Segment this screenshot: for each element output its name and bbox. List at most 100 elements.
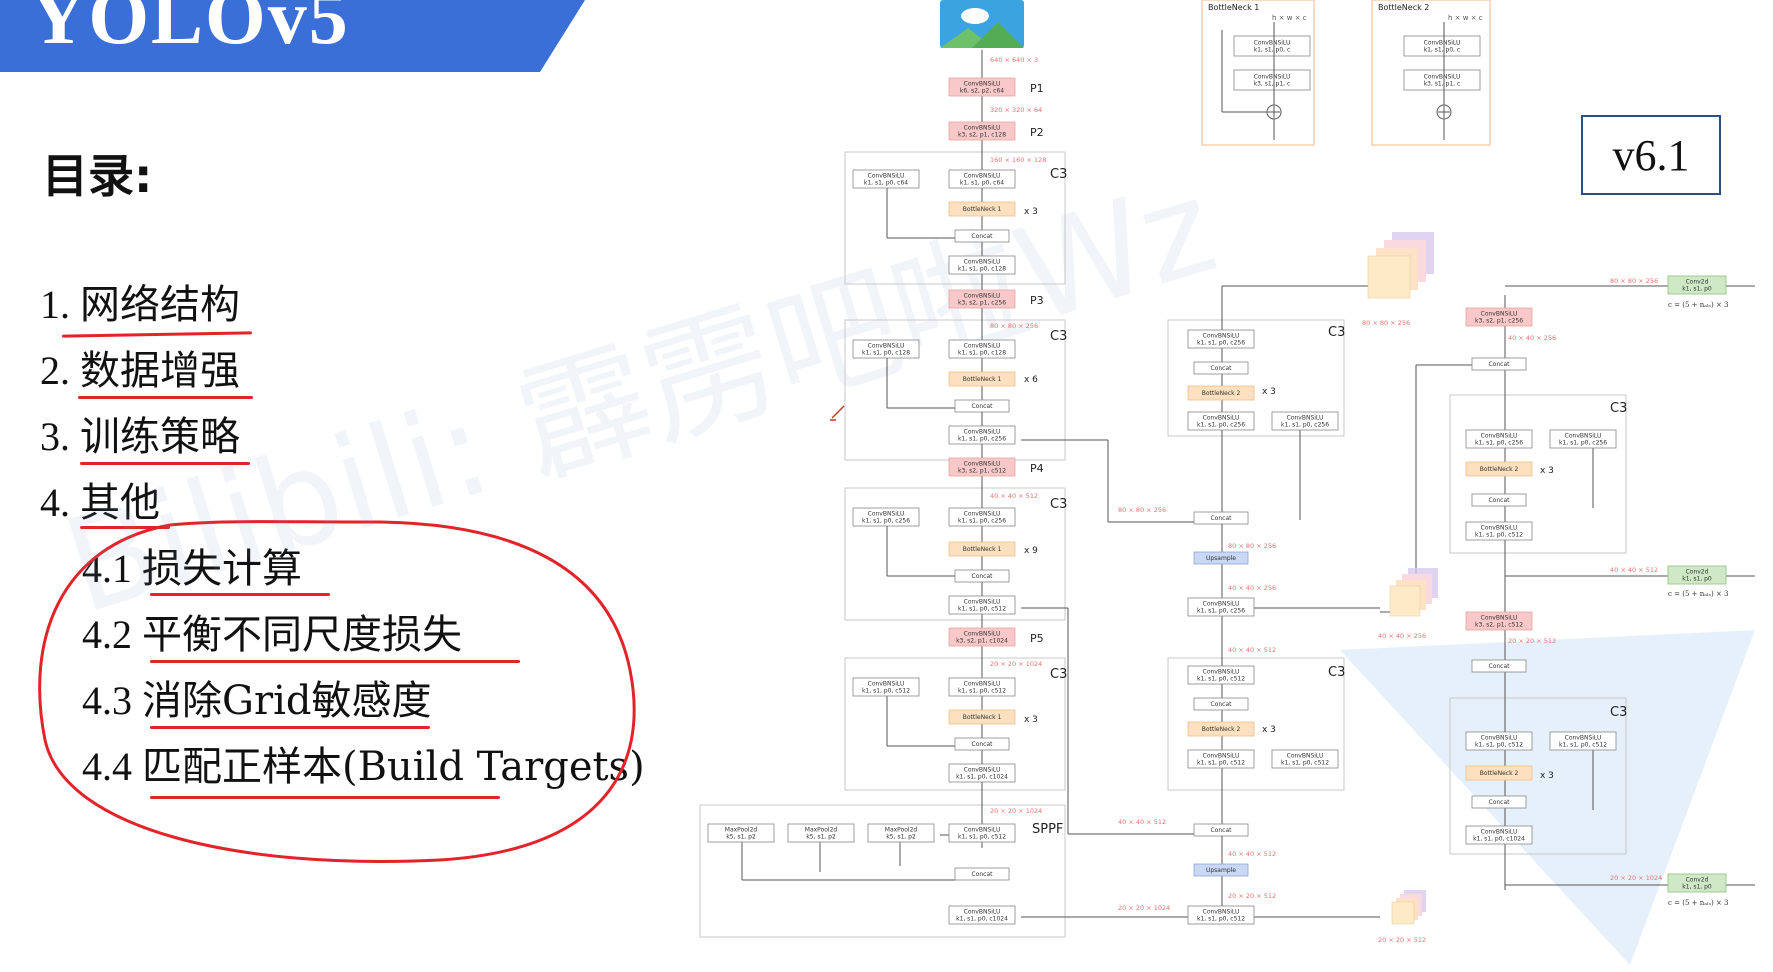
conv-bn-silu-node: ConvBNSiLUk1, s1, p0, c64 (852, 169, 920, 189)
pen-cursor-icon (830, 405, 845, 421)
bottleneck-node: BottleNeck 2 (1465, 765, 1533, 781)
maxpool-node: MaxPool2dk5, s1, p2 (867, 823, 935, 843)
svg-text:Concat: Concat (1489, 361, 1511, 368)
c3-label: C3 (1050, 329, 1067, 344)
svg-text:MaxPool2d: MaxPool2d (725, 827, 758, 834)
svg-text:k1, s1, p0, c256: k1, s1, p0, c256 (1197, 422, 1245, 429)
feature-map-stack (1389, 568, 1438, 617)
svg-text:k3, s2, p1, c1024: k3, s2, p1, c1024 (956, 638, 1008, 645)
svg-text:k3, s2, p1, c512: k3, s2, p1, c512 (1475, 622, 1523, 629)
bottleneck1-title: BottleNeck 1 (1208, 3, 1259, 12)
svg-text:Concat: Concat (1489, 799, 1511, 806)
dim-label: 40 × 40 × 256 (1378, 632, 1426, 640)
svg-text:k1, s1, p0, c512: k1, s1, p0, c512 (1197, 760, 1245, 767)
conv-bn-silu-node: ConvBNSiLUk1, s1, p0, c256 (1187, 597, 1255, 617)
svg-text:MaxPool2d: MaxPool2d (805, 827, 838, 834)
upsample-node: Upsample (1193, 551, 1249, 565)
conv-bn-silu-node: ConvBNSiLUk1, s1, p0, c1024 (1465, 825, 1533, 845)
conv-bn-silu-node: ConvBNSiLUk1, s1, p0, c256 (1187, 329, 1255, 349)
svg-text:k1, s1, p0, c1024: k1, s1, p0, c1024 (956, 916, 1008, 923)
svg-text:k1, s1, p0, c256: k1, s1, p0, c256 (1197, 340, 1245, 347)
svg-text:ConvBNSiLU: ConvBNSiLU (868, 173, 905, 180)
svg-text:k5, s1, p2: k5, s1, p2 (726, 834, 756, 841)
feature-map-stack (1391, 890, 1426, 925)
svg-text:ConvBNSiLU: ConvBNSiLU (1254, 74, 1291, 81)
maxpool-node: MaxPool2dk5, s1, p2 (707, 823, 775, 843)
dim-label: 80 × 80 × 256 (990, 322, 1038, 330)
conv-bn-silu-node: ConvBNSiLUk1, s1, p0, c512 (1187, 905, 1255, 925)
svg-text:Conv2d: Conv2d (1686, 569, 1709, 576)
dim-label: 40 × 40 × 512 (1118, 818, 1166, 826)
svg-text:BottleNeck 2: BottleNeck 2 (1480, 466, 1519, 473)
dim-label: 20 × 20 × 512 (1378, 936, 1426, 944)
concat-node: Concat (954, 737, 1010, 751)
svg-text:k1, s1, p0: k1, s1, p0 (1682, 286, 1712, 293)
conv2d-head-node: Conv2dk1, s1, p0 (1667, 275, 1727, 295)
svg-text:k1, s1, p0, c64: k1, s1, p0, c64 (864, 180, 908, 187)
svg-text:k1, s1, p0, c256: k1, s1, p0, c256 (862, 518, 910, 525)
svg-text:Conv2d: Conv2d (1686, 279, 1709, 286)
svg-text:Concat: Concat (972, 403, 994, 410)
svg-text:k1, s1, p0, c64: k1, s1, p0, c64 (960, 180, 1004, 187)
head-formula: c = (5 + nₐₗₛ) × 3 (1668, 301, 1729, 309)
svg-text:ConvBNSiLU: ConvBNSiLU (1203, 909, 1240, 916)
concat-node: Concat (1193, 361, 1249, 375)
svg-text:ConvBNSiLU: ConvBNSiLU (1424, 74, 1461, 81)
conv-bn-silu-node: ConvBNSiLUk1, s1, p0, c256 (1549, 429, 1617, 449)
c3-label: C3 (1328, 325, 1345, 340)
conv-bn-silu-node: ConvBNSiLUk1, s1, p0, c (1403, 35, 1481, 57)
svg-text:k3, s2, p1, c512: k3, s2, p1, c512 (958, 468, 1006, 475)
svg-text:ConvBNSiLU: ConvBNSiLU (1424, 40, 1461, 47)
c3-label: C3 (1328, 665, 1345, 680)
svg-text:BottleNeck 2: BottleNeck 2 (1202, 390, 1241, 397)
svg-text:BottleNeck 1: BottleNeck 1 (963, 206, 1002, 213)
dim-label: 20 × 20 × 1024 (1118, 904, 1170, 912)
dim-label: 20 × 20 × 512 (1508, 637, 1556, 645)
head-formula: c = (5 + nₐₗₛ) × 3 (1668, 899, 1729, 907)
bottleneck-node: BottleNeck 2 (1187, 721, 1255, 737)
feature-map-stack (1367, 232, 1434, 299)
conv-bn-silu-node: ConvBNSiLUk1, s1, p0, c512 (1549, 731, 1617, 751)
svg-text:Concat: Concat (1211, 515, 1233, 522)
conv-bn-silu-node: ConvBNSiLUk1, s1, p0, c256 (948, 507, 1016, 527)
concat-node: Concat (1471, 795, 1527, 809)
svg-text:BottleNeck 1: BottleNeck 1 (963, 714, 1002, 721)
bottleneck-node: BottleNeck 2 (1465, 461, 1533, 477)
svg-text:BottleNeck 2: BottleNeck 2 (1480, 770, 1519, 777)
bottleneck-node: BottleNeck 1 (948, 541, 1016, 557)
conv2d-head-node: Conv2dk1, s1, p0 (1667, 873, 1727, 893)
dim-label: 40 × 40 × 512 (1228, 850, 1276, 858)
conv-bn-silu-node: ConvBNSiLUk1, s1, p0, c1024 (948, 763, 1016, 783)
svg-text:Upsample: Upsample (1206, 555, 1236, 562)
input-image-icon (940, 0, 1024, 48)
svg-text:ConvBNSiLU: ConvBNSiLU (964, 681, 1001, 688)
svg-text:k1, s1, p0, c256: k1, s1, p0, c256 (1559, 440, 1607, 447)
conv-bn-silu-node: ConvBNSiLUk3, s1, p1, c (1403, 69, 1481, 91)
concat-node: Concat (1193, 823, 1249, 837)
svg-text:k1, s1, p0, c512: k1, s1, p0, c512 (1197, 676, 1245, 683)
stage-label-p2: P2 (1030, 126, 1044, 139)
svg-text:k1, s1, p0, c: k1, s1, p0, c (1254, 47, 1291, 54)
svg-text:ConvBNSiLU: ConvBNSiLU (964, 511, 1001, 518)
svg-text:k1, s1, p0, c256: k1, s1, p0, c256 (958, 436, 1006, 443)
conv-bn-silu-node: ConvBNSiLUk1, s1, p0, c64 (948, 169, 1016, 189)
svg-text:ConvBNSiLU: ConvBNSiLU (1481, 829, 1518, 836)
svg-text:k3, s2, p1, c128: k3, s2, p1, c128 (958, 132, 1006, 139)
svg-text:k1, s1, p0, c256: k1, s1, p0, c256 (1197, 608, 1245, 615)
svg-text:ConvBNSiLU: ConvBNSiLU (1203, 601, 1240, 608)
svg-text:ConvBNSiLU: ConvBNSiLU (964, 909, 1001, 916)
repeat-label: x 3 (1024, 715, 1038, 725)
svg-text:ConvBNSiLU: ConvBNSiLU (868, 681, 905, 688)
conv-bn-silu-node: ConvBNSiLUk1, s1, p0, c512 (1465, 731, 1533, 751)
repeat-label: x 3 (1262, 387, 1276, 397)
dim-label: 640 × 640 × 3 (990, 56, 1038, 64)
dim-label: 40 × 40 × 512 (1228, 646, 1276, 654)
repeat-label: x 6 (1024, 375, 1038, 385)
svg-text:ConvBNSiLU: ConvBNSiLU (964, 343, 1001, 350)
bottleneck-node: BottleNeck 1 (948, 201, 1016, 217)
svg-text:ConvBNSiLU: ConvBNSiLU (868, 511, 905, 518)
svg-text:Concat: Concat (1211, 827, 1233, 834)
svg-text:ConvBNSiLU: ConvBNSiLU (1565, 735, 1602, 742)
svg-text:k5, s1, p2: k5, s1, p2 (886, 834, 916, 841)
dim-label: 320 × 320 × 64 (990, 106, 1042, 114)
